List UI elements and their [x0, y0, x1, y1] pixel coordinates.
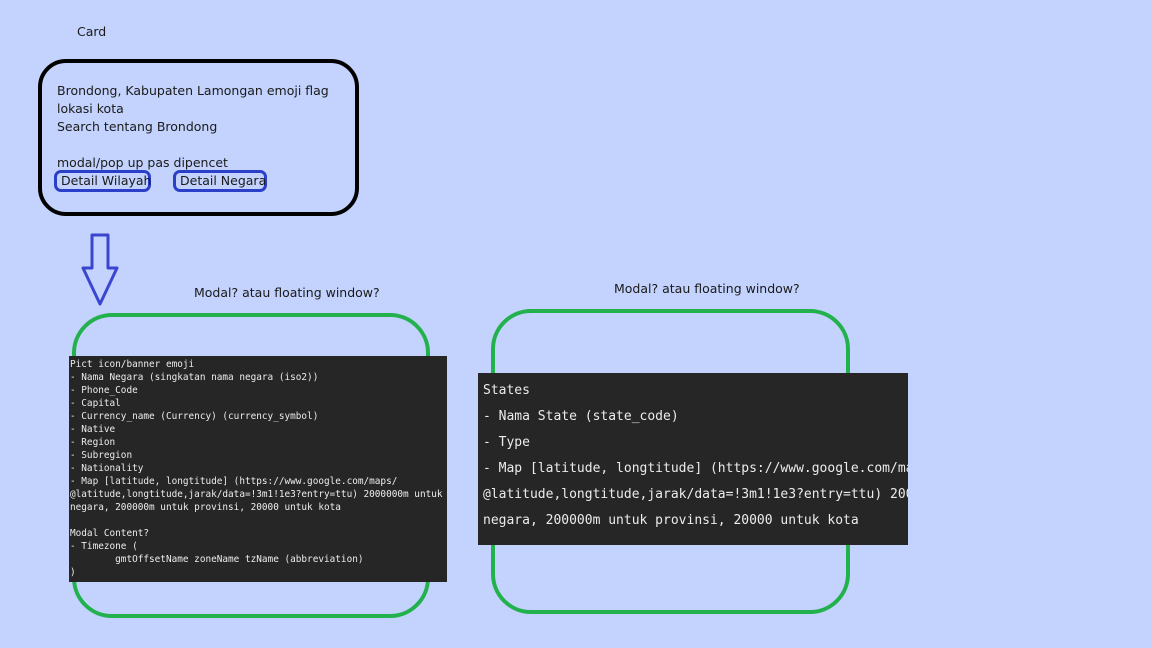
card-subtitle: lokasi kota — [57, 101, 124, 116]
modal-label-right: Modal? atau floating window? — [614, 281, 800, 296]
state-modal-content: States - Nama State (state_code) - Type … — [478, 373, 908, 545]
card-search-text: Search tentang Brondong — [57, 119, 218, 134]
detail-negara-button[interactable]: Detail Negara — [173, 170, 267, 192]
detail-wilayah-button[interactable]: Detail Wilayah — [54, 170, 151, 192]
card-note: modal/pop up pas dipencet — [57, 155, 228, 170]
card-section-label: Card — [77, 24, 107, 39]
modal-label-left: Modal? atau floating window? — [194, 285, 380, 300]
country-modal-content: Pict icon/banner emoji - Nama Negara (si… — [69, 356, 447, 582]
down-arrow-icon — [81, 233, 119, 306]
card-title: Brondong, Kabupaten Lamongan emoji flag — [57, 83, 329, 98]
